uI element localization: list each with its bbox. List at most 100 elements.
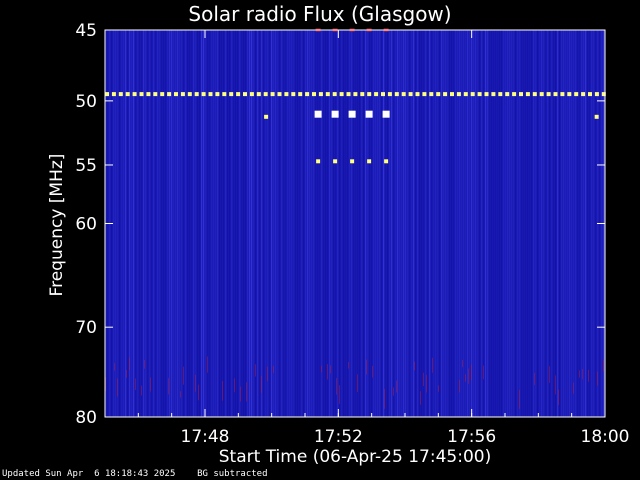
noise-streak [451,30,453,417]
noise-speck [273,366,274,374]
interference-mark [415,92,420,97]
interference-mark [382,110,390,118]
x-tick-labels: 17:48 17:52 17:56 18:00 [181,427,630,447]
noise-streak [155,30,157,417]
noise-streak [199,30,201,417]
noise-streak [161,30,163,417]
noise-streak [533,30,535,417]
noise-streak [539,30,541,417]
noise-streak [543,30,545,417]
noise-streak [247,30,249,417]
noise-streak [547,30,549,417]
interference-mark [222,92,227,97]
noise-streak [413,30,415,417]
interference-mark [512,92,517,97]
noise-streak [283,30,285,417]
y-tick-label: 80 [75,408,97,428]
noise-streak [565,30,567,417]
noise-streak [455,30,457,417]
interference-mark [429,92,434,97]
noise-speck [384,388,385,409]
noise-streak [583,30,585,417]
noise-speck [432,357,433,373]
footer-status: Updated Sun Apr 6 18:18:43 2025 BG subtr… [2,469,268,479]
noise-streak [123,30,125,417]
noise-streak [143,30,145,417]
noise-streak [303,30,305,417]
interference-mark [277,92,282,97]
noise-speck [114,363,115,371]
noise-streak [489,30,491,417]
y-tick-label: 55 [75,156,97,176]
noise-streak [295,30,297,417]
interference-mark [588,92,592,97]
noise-streak [443,30,445,417]
noise-speck [321,365,322,373]
noise-streak [239,30,241,417]
noise-streak [317,30,319,417]
noise-streak [559,30,561,417]
noise-streak [393,30,395,417]
x-tick-label: 17:56 [447,427,496,447]
noise-streak [131,30,133,417]
noise-speck [393,387,394,396]
noise-streak [153,30,155,417]
noise-streak [437,30,439,417]
noise-speck [336,378,337,395]
noise-streak [407,30,409,417]
noise-streak [319,30,321,417]
noise-streak [197,30,199,417]
noise-streak [289,30,291,417]
interference-mark [284,92,289,97]
noise-streak [189,30,191,417]
noise-speck [168,378,169,395]
noise-streak [531,30,533,417]
noise-streak [241,30,243,417]
y-tick-labels: 455055607080 [75,21,97,428]
interference-mark [312,92,316,97]
noise-streak [223,30,225,417]
noise-streak [569,30,571,417]
noise-streak [115,30,117,417]
interference-mark [194,92,199,97]
noise-streak [447,30,449,417]
interference-mark [215,92,220,97]
noise-streak [113,30,115,417]
y-tick-label: 70 [75,318,97,338]
interference-mark [463,92,468,97]
noise-streak [253,30,255,417]
noise-speck [396,380,397,393]
noise-streak [493,30,495,417]
interference-mark [491,92,496,97]
noise-speck [549,366,550,383]
noise-streak [125,30,127,417]
noise-speck [339,385,340,404]
noise-speck [366,359,367,375]
noise-streak [351,30,353,417]
noise-streak [237,30,239,417]
interference-mark [443,92,448,97]
noise-streak [415,30,417,417]
noise-streak [417,30,419,417]
noise-streak [187,30,189,417]
noise-speck [240,386,241,402]
noise-streak [195,30,197,417]
y-tick-label: 50 [75,92,97,112]
interference-mark [436,92,441,97]
noise-streak [505,30,507,417]
noise-streak [235,30,237,417]
noise-streak [371,30,373,417]
noise-speck [465,374,466,382]
interference-mark [553,92,558,97]
noise-streak [467,30,469,417]
noise-streak [359,30,361,417]
noise-streak [127,30,129,417]
noise-streak [575,30,577,417]
interference-mark [153,92,158,97]
noise-speck [372,365,373,378]
interference-mark [567,92,572,97]
noise-streak [515,30,517,417]
noise-streak [591,30,593,417]
noise-streak [323,30,325,417]
interference-mark [367,159,372,164]
